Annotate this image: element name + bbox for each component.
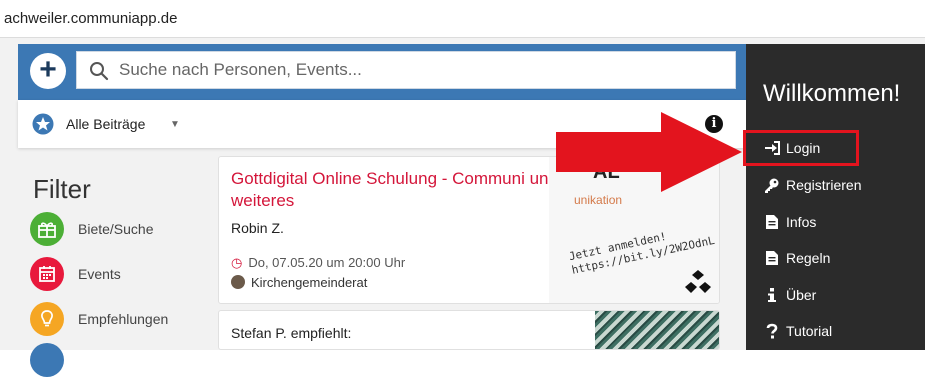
post-author[interactable]: Stefan P.: [231, 325, 287, 341]
sidebar-item-label: Tutorial: [786, 323, 833, 339]
post-group-name: Kirchengemeinderat: [251, 275, 368, 290]
document-icon: [766, 251, 778, 265]
document-icon: [766, 215, 778, 229]
sidebar-item-label: Infos: [786, 214, 817, 230]
gift-icon: [30, 212, 64, 246]
filter-category-label: Events: [78, 266, 121, 282]
promo-subtitle: unikation: [574, 193, 623, 207]
post-date: ◷ Do, 07.05.20 um 20:00 Uhr: [231, 255, 405, 271]
sidebar-item-registrieren[interactable]: Registrieren: [746, 171, 925, 199]
arrow-right-icon: [556, 112, 742, 192]
login-highlight-box: [743, 130, 859, 166]
post-author[interactable]: Robin Z.: [231, 220, 284, 236]
filter-category-label: Biete/Suche: [78, 221, 154, 237]
post-action: empfiehlt:: [290, 325, 352, 341]
sidebar-item-regeln[interactable]: Regeln: [746, 244, 925, 272]
group-avatar: [231, 275, 245, 289]
star-icon: [32, 113, 54, 135]
feed-dropdown[interactable]: Alle Beiträge: [66, 116, 145, 132]
post-card[interactable]: Stefan P. empfiehlt:: [218, 310, 720, 350]
caret-down-icon[interactable]: ▼: [170, 119, 180, 130]
sidebar-item-label: Über: [786, 287, 817, 303]
sidebar-item-label: Registrieren: [786, 177, 862, 193]
post-title[interactable]: Gottdigital Online Schulung - Communi un…: [231, 168, 561, 212]
lightbulb-icon: [30, 302, 64, 336]
filter-heading: Filter: [33, 174, 91, 204]
post-recommendation: Stefan P. empfiehlt:: [231, 325, 351, 341]
key-icon: [765, 178, 779, 193]
filter-category-label: Empfehlungen: [78, 311, 169, 327]
question-icon: [766, 323, 778, 339]
post-image[interactable]: [595, 311, 719, 349]
search-bar[interactable]: [76, 51, 736, 89]
welcome-heading: Willkommen!: [763, 80, 901, 107]
filter-category-events[interactable]: Events: [30, 257, 230, 293]
sidebar-item-ueber[interactable]: Über: [746, 281, 925, 309]
sidebar-item-infos[interactable]: Infos: [746, 208, 925, 236]
url-text: achweiler.communiapp.de: [4, 10, 178, 27]
filter-category-biete-suche[interactable]: Biete/Suche: [30, 212, 230, 248]
browser-address-bar[interactable]: achweiler.communiapp.de: [0, 0, 925, 38]
post-group[interactable]: Kirchengemeinderat: [231, 275, 367, 290]
sidebar-item-tutorial[interactable]: Tutorial: [746, 317, 925, 345]
plus-icon[interactable]: +: [30, 53, 66, 89]
search-icon: [90, 62, 109, 81]
post-date-text: Do, 07.05.20 um 20:00 Uhr: [248, 255, 406, 270]
search-input[interactable]: [119, 56, 719, 84]
filter-category-icon-partial: [30, 343, 64, 377]
brand-logo-icon: [685, 270, 711, 293]
clock-icon: ◷: [231, 255, 243, 270]
filter-category-empfehlungen[interactable]: Empfehlungen: [30, 302, 230, 338]
sidebar-item-label: Regeln: [786, 250, 831, 266]
info-icon: [768, 288, 776, 302]
calendar-icon: [30, 257, 64, 291]
